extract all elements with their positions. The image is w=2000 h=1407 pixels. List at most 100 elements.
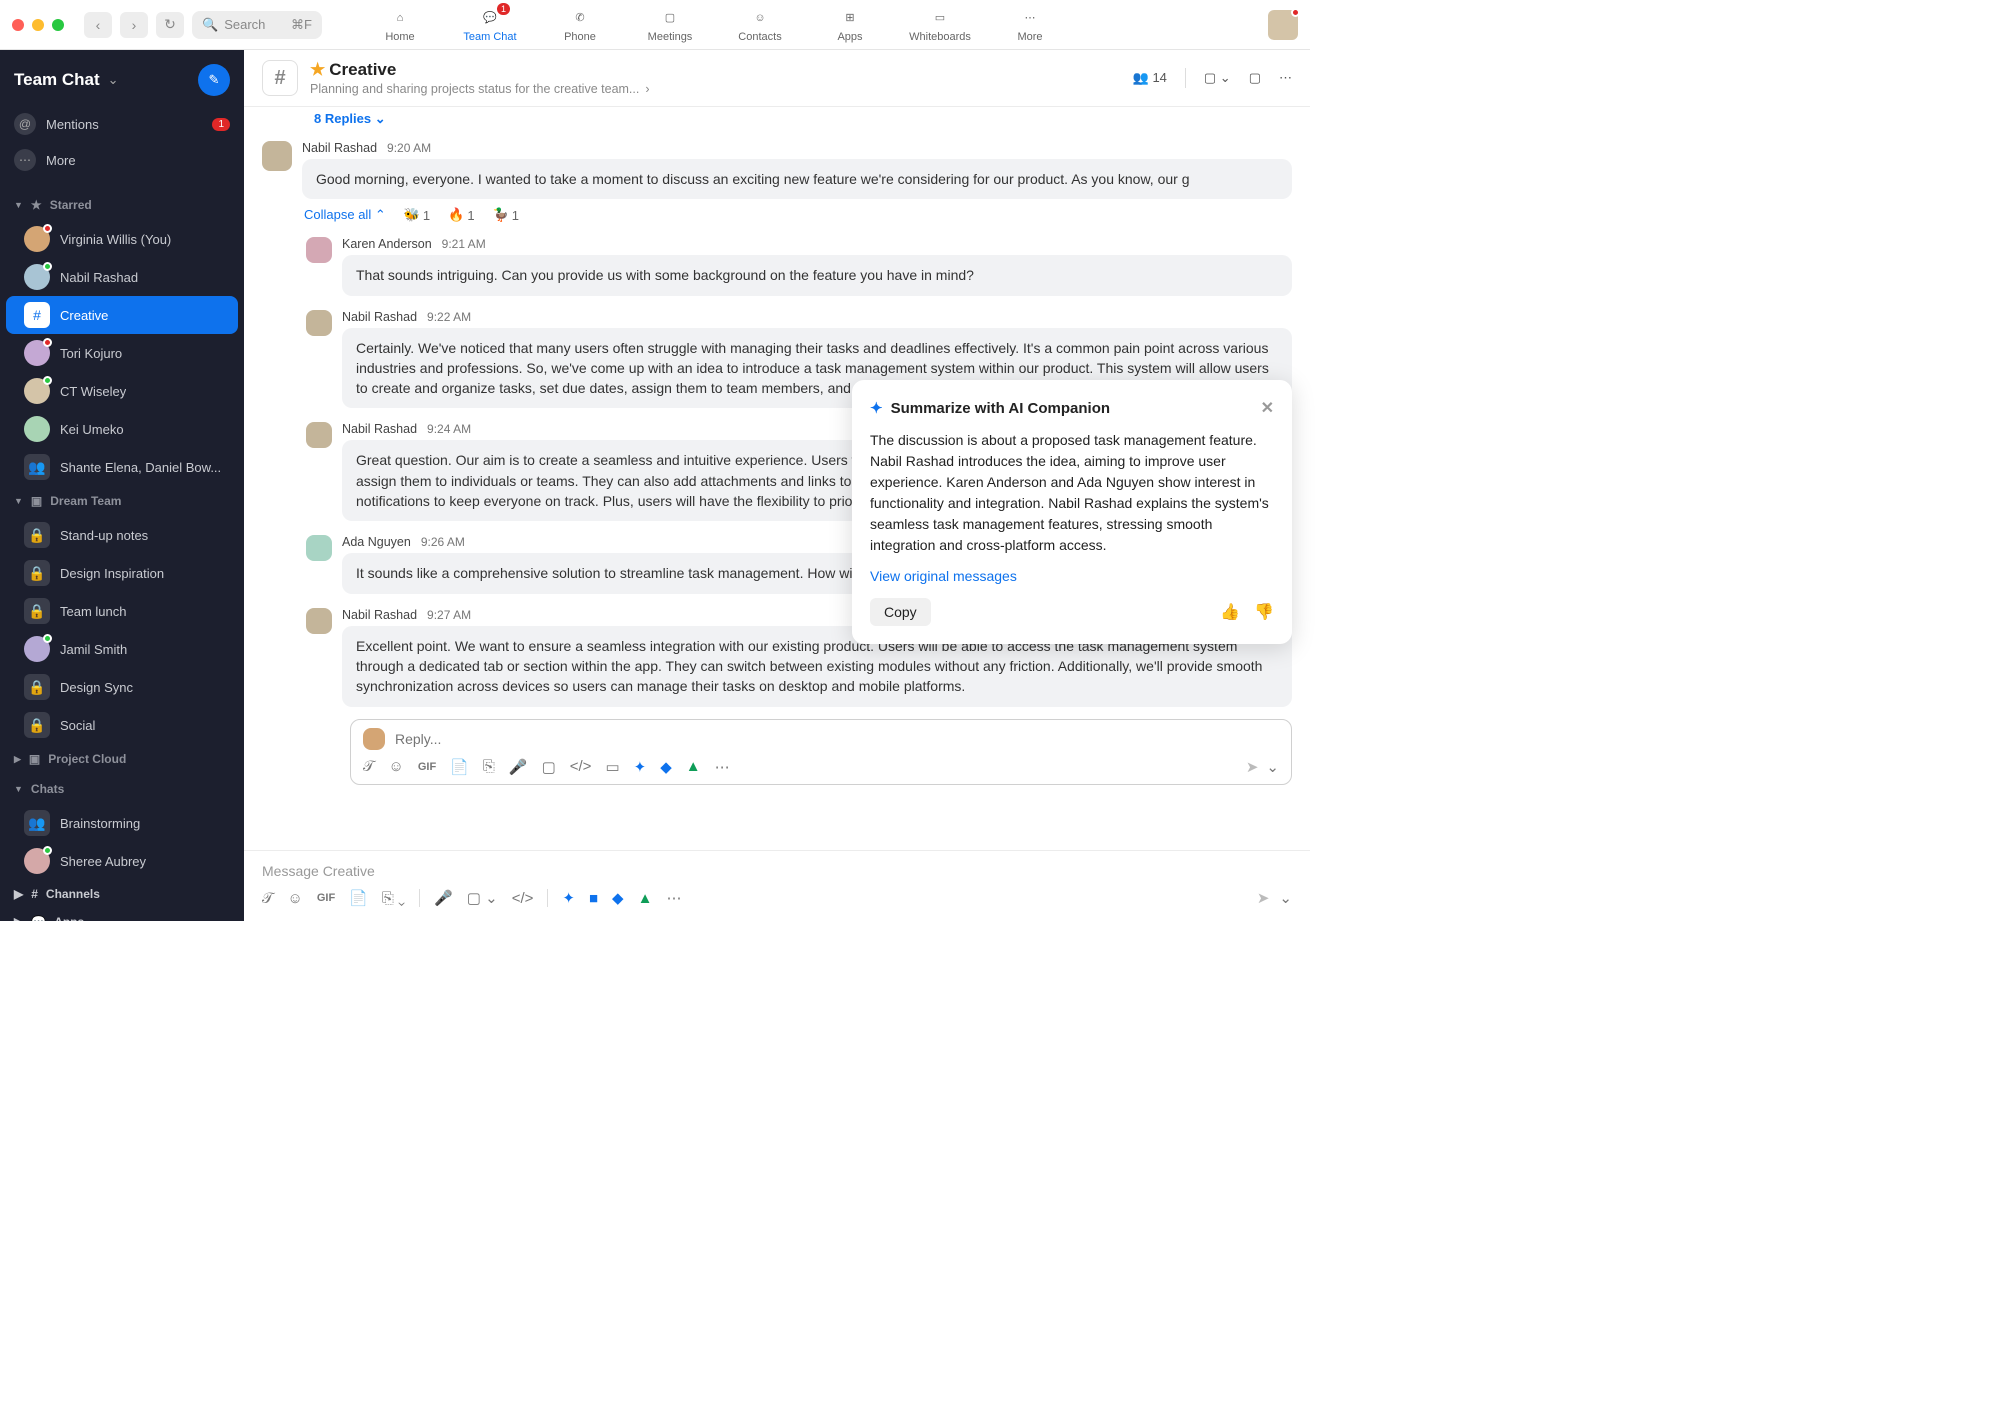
avatar[interactable] [306,608,332,634]
nav-more[interactable]: ⋯More [1000,7,1060,43]
compose-input[interactable]: Message Creative [262,863,1292,879]
gif-icon[interactable]: GIF [317,892,335,904]
sidebar-item-virginia[interactable]: Virginia Willis (You) [6,220,238,258]
nav-whiteboards[interactable]: ▭Whiteboards [910,7,970,43]
avatar[interactable] [262,141,292,171]
sidebar-item-ct[interactable]: CT Wiseley [6,372,238,410]
app-icon[interactable]: ◆ [660,758,672,776]
app-icon-2[interactable]: ◆ [612,889,624,907]
avatar[interactable] [306,535,332,561]
app-icon[interactable]: ■ [589,890,598,907]
thread-reply-input[interactable] [395,731,1279,747]
sidebar-item-standup[interactable]: 🔒Stand-up notes [6,516,238,554]
ai-icon[interactable]: ✦ [634,758,647,776]
file-icon[interactable]: 📄 [450,758,469,776]
sidebar-mentions[interactable]: @ Mentions 1 [0,106,244,142]
more-icon[interactable]: ⋯ [666,889,681,907]
star-icon[interactable]: ★ [310,60,325,80]
screen-icon[interactable]: ▭ [605,758,619,776]
copy-button[interactable]: Copy [870,598,931,626]
global-search[interactable]: 🔍 Search ⌘F [192,11,322,39]
send-icon[interactable]: ➤ [1257,889,1270,907]
audio-icon[interactable]: 🎤 [434,889,453,907]
close-icon[interactable]: ✕ [1261,398,1274,418]
send-options-icon[interactable]: ⌄ [1279,889,1292,907]
minimize-window[interactable] [32,19,44,31]
code-icon[interactable]: </> [512,890,534,907]
thread-replies-link[interactable]: 8 Replies ⌄ [314,111,1292,127]
nav-contacts[interactable]: ☺Contacts [730,7,790,43]
calendar-button[interactable]: ▢ [1249,70,1261,86]
sidebar-item-lunch[interactable]: 🔒Team lunch [6,592,238,630]
send-icon[interactable]: ➤ [1246,758,1259,776]
video-record-icon[interactable]: ▢ [542,758,556,776]
members-button[interactable]: 👥 14 [1133,70,1167,86]
format-icon[interactable]: 𝒯 [363,758,375,775]
format-icon[interactable]: 𝒯 [262,890,274,907]
thumbs-down-icon[interactable]: 👎 [1254,602,1274,622]
gif-icon[interactable]: GIF [418,761,436,773]
video-record-icon[interactable]: ▢ ⌄ [467,889,498,907]
profile-avatar[interactable] [1268,10,1298,40]
avatar[interactable] [306,310,332,336]
close-window[interactable] [12,19,24,31]
maximize-window[interactable] [52,19,64,31]
reaction[interactable]: 🦆1 [493,207,519,223]
sidebar-item-creative[interactable]: #Creative [6,296,238,334]
sidebar-item-design-sync[interactable]: 🔒Design Sync [6,668,238,706]
nav-forward-button[interactable]: › [120,12,148,38]
ai-icon[interactable]: ✦ [562,889,575,907]
sidebar-item-nabil[interactable]: Nabil Rashad [6,258,238,296]
compose-button[interactable]: ✎ [198,64,230,96]
compose-area: Message Creative 𝒯 ☺ GIF 📄 ⎘ ⌄ 🎤 ▢ ⌄ </>… [244,850,1310,921]
send-options-icon[interactable]: ⌄ [1266,758,1279,776]
video-call-button[interactable]: ▢ ⌄ [1204,70,1231,86]
sidebar-item-group[interactable]: 👥Shante Elena, Daniel Bow... [6,448,238,486]
presence-icon [1291,8,1300,17]
apps-icon: ⊞ [839,7,861,29]
audio-icon[interactable]: 🎤 [509,758,528,776]
nav-back-button[interactable]: ‹ [84,12,112,38]
section-chats[interactable]: ▼Chats [0,774,244,804]
avatar[interactable] [306,237,332,263]
section-starred[interactable]: ▼★Starred [0,190,244,220]
sparkle-icon: ✦ [870,399,883,417]
reaction[interactable]: 🔥1 [448,207,474,223]
channel-hash-icon: # [262,60,298,96]
sidebar-channels[interactable]: ▶#Channels [0,880,244,908]
sidebar-item-kei[interactable]: Kei Umeko [6,410,238,448]
channel-more-button[interactable]: ⋯ [1279,70,1292,86]
emoji-icon[interactable]: ☺ [288,890,303,907]
reaction[interactable]: 🐝1 [404,207,430,223]
avatar[interactable] [306,422,332,448]
sidebar-item-social[interactable]: 🔒Social [6,706,238,744]
drive-icon[interactable]: ▲ [638,890,653,907]
screenshot-icon[interactable]: ⎘ ⌄ [382,890,405,907]
nav-meetings[interactable]: ▢Meetings [640,7,700,43]
sidebar-item-sheree[interactable]: Sheree Aubrey [6,842,238,880]
screenshot-icon[interactable]: ⎘ [483,758,495,775]
emoji-icon[interactable]: ☺ [389,758,404,775]
more-icon[interactable]: ⋯ [715,758,730,776]
thumbs-up-icon[interactable]: 👍 [1220,602,1240,622]
nav-team-chat[interactable]: 1💬Team Chat [460,7,520,43]
sidebar-item-jamil[interactable]: Jamil Smith [6,630,238,668]
sidebar-item-tori[interactable]: Tori Kojuro [6,334,238,372]
sidebar-apps[interactable]: ▶💬Apps [0,908,244,921]
collapse-all-link[interactable]: Collapse all ⌃ [304,207,386,223]
section-dream-team[interactable]: ▼▣Dream Team [0,486,244,516]
code-icon[interactable]: </> [570,758,592,775]
history-button[interactable]: ↻ [156,12,184,38]
view-original-link[interactable]: View original messages [870,568,1017,584]
chevron-right-icon[interactable]: › [645,82,649,96]
nav-apps[interactable]: ⊞Apps [820,7,880,43]
chevron-down-icon[interactable]: ⌄ [108,72,119,88]
nav-home[interactable]: ⌂Home [370,7,430,43]
drive-icon[interactable]: ▲ [686,758,701,775]
file-icon[interactable]: 📄 [349,889,368,907]
sidebar-item-design-insp[interactable]: 🔒Design Inspiration [6,554,238,592]
section-project-cloud[interactable]: ▶▣Project Cloud [0,744,244,774]
nav-phone[interactable]: ✆Phone [550,7,610,43]
sidebar-item-brainstorming[interactable]: 👥Brainstorming [6,804,238,842]
sidebar-more[interactable]: ⋯ More [0,142,244,178]
